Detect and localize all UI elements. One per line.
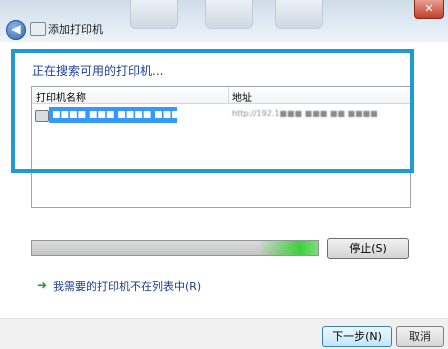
printer-icon bbox=[275, 0, 323, 29]
highlight-box bbox=[11, 49, 414, 173]
green-arrow-icon: ➜ bbox=[37, 278, 48, 292]
cancel-button[interactable]: 取消 bbox=[396, 326, 444, 347]
back-arrow-icon[interactable]: ◀ bbox=[6, 20, 26, 40]
title-bar: ◀ 添加打印机 ✕ bbox=[0, 0, 448, 42]
search-progress-bar bbox=[31, 240, 319, 256]
printer-icon bbox=[205, 0, 253, 29]
next-button[interactable]: 下一步(N) bbox=[322, 326, 392, 347]
printer-icon bbox=[30, 22, 46, 36]
window-title: 添加打印机 bbox=[48, 23, 103, 36]
progress-glow bbox=[258, 241, 318, 255]
close-button[interactable]: ✕ bbox=[414, 0, 444, 19]
printer-icon bbox=[130, 0, 178, 29]
printer-not-listed-link[interactable]: 我需要的打印机不在列表中(R) bbox=[53, 278, 201, 294]
stop-button[interactable]: 停止(S) bbox=[327, 238, 409, 259]
